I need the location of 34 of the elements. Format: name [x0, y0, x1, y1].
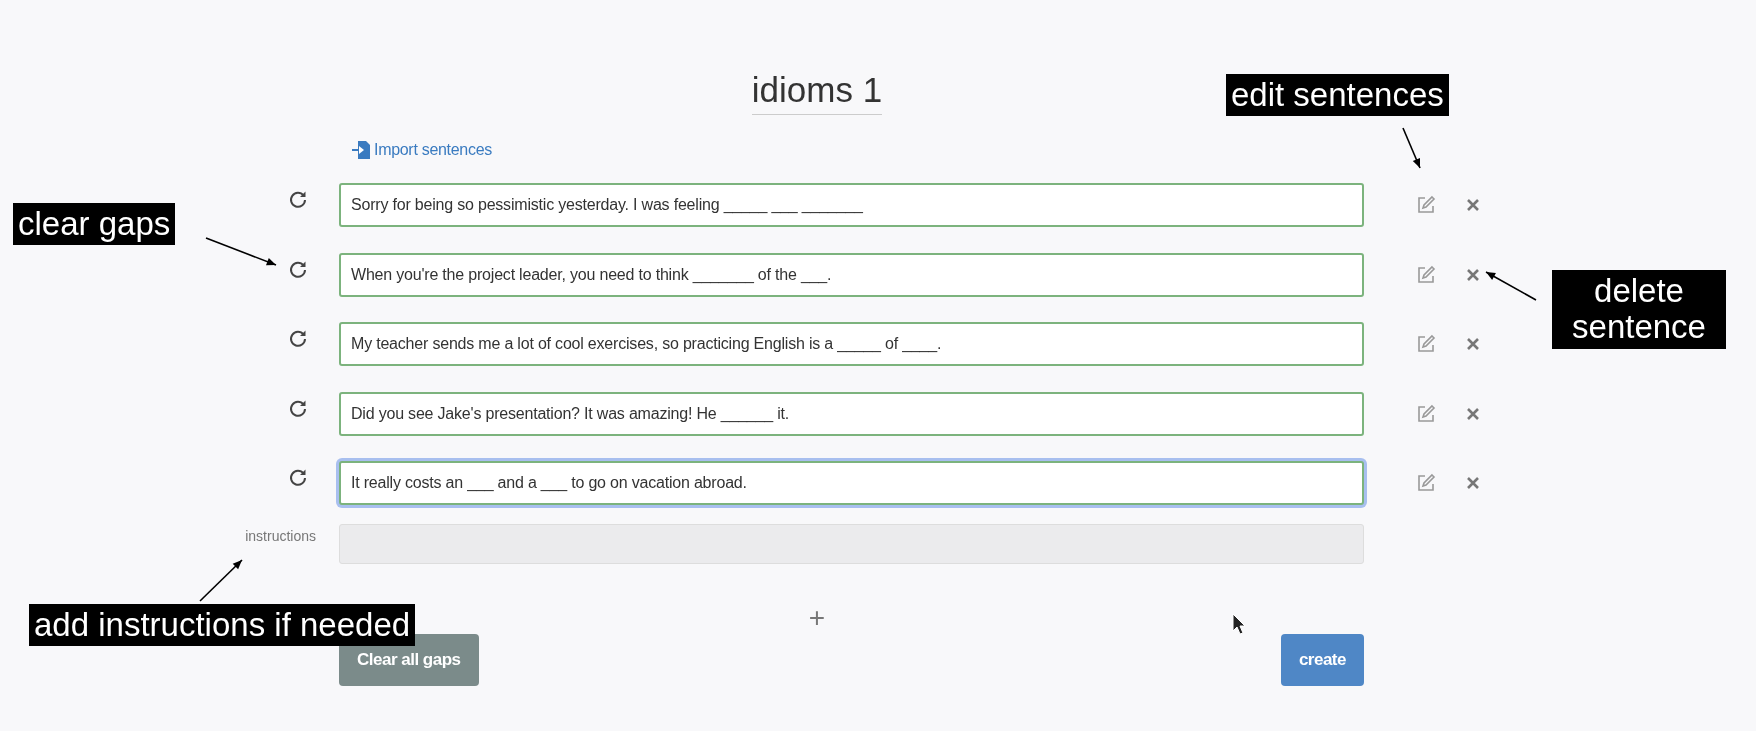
- close-icon[interactable]: [1466, 406, 1480, 421]
- annotation-tooltip: edit sentences: [1226, 74, 1449, 117]
- add-button[interactable]: +: [808, 606, 826, 630]
- create-button[interactable]: create: [1280, 634, 1364, 686]
- edit-icon[interactable]: [1416, 403, 1436, 424]
- annotation-arrow: [1402, 127, 1421, 169]
- sentence-field[interactable]: My teacher sends me a lot of cool exercises, so practicing English is a _____ of ____.: [339, 322, 1364, 366]
- annotation-arrow: [199, 559, 243, 602]
- mouse-pointer-icon: [1232, 613, 1246, 635]
- import-link[interactable]: Import sentences: [351, 138, 492, 162]
- import-icon: [351, 140, 371, 160]
- annotation-arrow: [205, 237, 277, 266]
- annotation-tooltip: clear gaps: [13, 203, 176, 246]
- instructions-label: instructions: [245, 527, 316, 546]
- edit-icon[interactable]: [1416, 264, 1436, 285]
- annotation-tooltip: add instructions if needed: [29, 604, 416, 647]
- sentence-field[interactable]: Did you see Jake's presentation? It was amazing! He ______ it.: [339, 391, 1364, 436]
- close-icon[interactable]: [1466, 267, 1480, 282]
- reload-icon[interactable]: [288, 328, 308, 348]
- edit-icon[interactable]: [1416, 473, 1436, 493]
- sentence-field[interactable]: It really costs an ___ and a ___ to go on vacation abroad.: [339, 461, 1364, 505]
- reload-icon[interactable]: [288, 189, 308, 209]
- reload-icon[interactable]: [288, 467, 308, 487]
- edit-icon[interactable]: [1416, 334, 1436, 354]
- close-icon[interactable]: [1466, 476, 1480, 490]
- annotation-arrow: [1485, 271, 1537, 301]
- page-title: idioms 1: [751, 70, 883, 115]
- sentence-field[interactable]: When you're the project leader, you need to think _______ of the ___.: [339, 252, 1364, 297]
- sentence-field[interactable]: Sorry for being so pessimistic yesterday. I was feeling _____ ___ _______: [339, 183, 1364, 227]
- annotation-tooltip: delete sentence: [1552, 270, 1726, 349]
- close-icon[interactable]: [1466, 198, 1480, 212]
- close-icon[interactable]: [1466, 337, 1480, 351]
- instructions-field[interactable]: [339, 524, 1364, 564]
- edit-icon[interactable]: [1416, 195, 1436, 215]
